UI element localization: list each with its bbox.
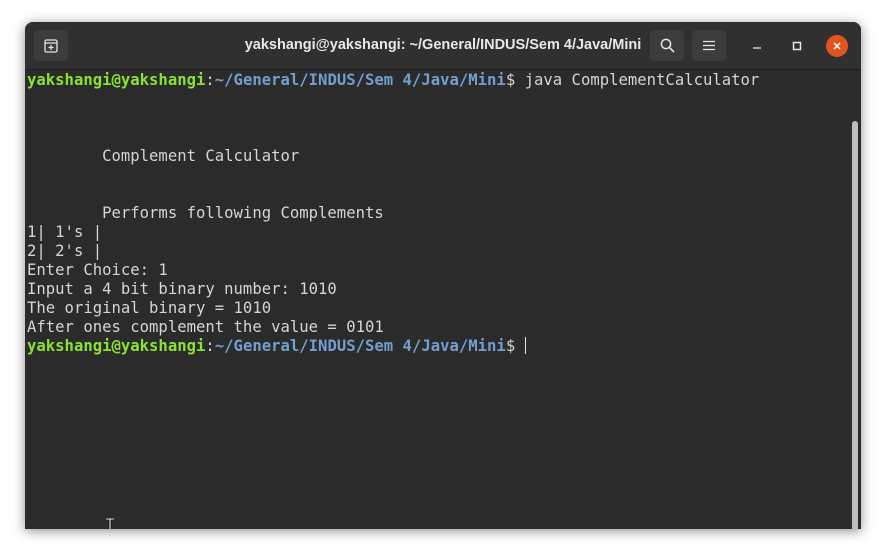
output-result: After ones complement the value = 0101 [27,318,384,336]
prompt-path: ~/General/INDUS/Sem 4/Java/Mini [214,337,506,355]
menu-button[interactable] [692,30,726,61]
output-option-2: 2| 2's | [27,242,103,260]
scrollbar[interactable] [852,121,858,529]
minimize-icon [753,47,761,49]
prompt-line-command: yakshangi@yakshangi:~/General/INDUS/Sem … [27,71,759,90]
output-heading: Complement Calculator [27,147,300,165]
new-tab-button[interactable] [34,30,68,61]
prompt-line-current: yakshangi@yakshangi:~/General/INDUS/Sem … [27,337,526,356]
maximize-button[interactable] [786,35,808,57]
prompt-colon: : [205,71,215,89]
prompt-symbol: $ [505,71,525,89]
maximize-icon [792,41,802,51]
close-button[interactable] [826,35,848,57]
output-subheading: Performs following Complements [27,204,384,222]
prompt-user: yakshangi@yakshangi [27,71,206,89]
terminal-window: yakshangi@yakshangi: ~/General/INDUS/Sem… [25,22,861,529]
output-original: The original binary = 1010 [27,299,272,317]
title-bar: yakshangi@yakshangi: ~/General/INDUS/Sem… [25,22,861,70]
terminal-area[interactable]: yakshangi@yakshangi:~/General/INDUS/Sem … [25,70,861,529]
output-choice: Enter Choice: 1 [27,261,168,279]
text-cursor [524,337,526,354]
hamburger-menu-icon [703,40,715,51]
new-tab-icon [44,38,58,53]
output-option-1: 1| 1's | [27,223,103,241]
prompt-path: ~/General/INDUS/Sem 4/Java/Mini [214,71,506,89]
output-input: Input a 4 bit binary number: 1010 [27,280,337,298]
prompt-colon: : [205,337,215,355]
command-text: java ComplementCalculator [524,71,760,89]
minimize-button[interactable] [746,35,768,57]
ibeam-cursor-icon [106,518,114,529]
prompt-user: yakshangi@yakshangi [27,337,206,355]
prompt-symbol: $ [505,337,525,355]
close-icon [833,42,841,50]
search-icon [660,38,674,53]
search-button[interactable] [650,30,684,61]
